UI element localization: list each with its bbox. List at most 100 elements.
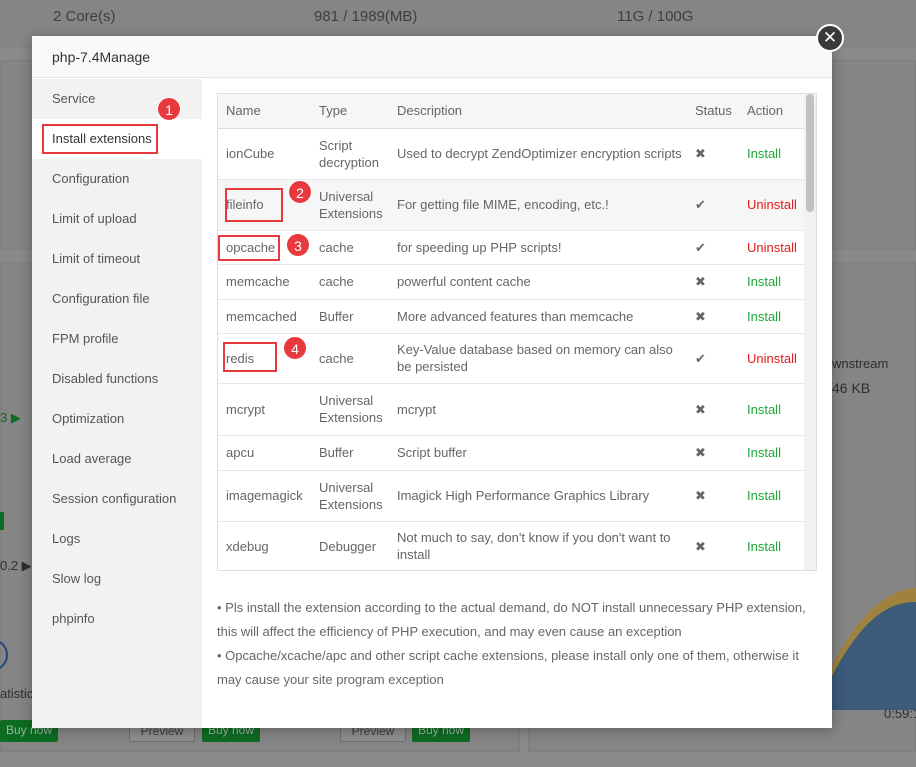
ext-description: Script buffer bbox=[389, 435, 687, 471]
sidebar-item-limit-timeout[interactable]: Limit of timeout bbox=[32, 239, 202, 279]
status-installed-icon: ✔ bbox=[687, 333, 739, 384]
status-not-installed-icon: ✖ bbox=[687, 435, 739, 471]
sidebar-item-optimization[interactable]: Optimization bbox=[32, 399, 202, 439]
table-row: ionCube Script decryption Used to decryp… bbox=[218, 128, 806, 180]
install-button[interactable]: Install bbox=[747, 488, 781, 503]
table-row: memcached Buffer More advanced features … bbox=[218, 299, 806, 334]
install-button[interactable]: Install bbox=[747, 445, 781, 460]
bg-left-value-2: 0.2 ▶ bbox=[0, 558, 32, 573]
sidebar-item-phpinfo[interactable]: phpinfo bbox=[32, 599, 202, 639]
sidebar-item-disabled-functions[interactable]: Disabled functions bbox=[32, 359, 202, 399]
bg-partial-icon bbox=[0, 641, 8, 669]
ext-name: xdebug bbox=[218, 521, 311, 570]
extensions-table: Name Type Description Status Action ionC… bbox=[218, 94, 806, 570]
ext-type: Debugger bbox=[311, 521, 389, 570]
status-not-installed-icon: ✖ bbox=[687, 128, 739, 180]
ext-name: mcrypt bbox=[218, 383, 311, 436]
sidebar-item-logs[interactable]: Logs bbox=[32, 519, 202, 559]
install-button[interactable]: Install bbox=[747, 539, 781, 554]
ext-type: cache bbox=[311, 333, 389, 384]
header-status: Status bbox=[687, 94, 739, 129]
ext-name: apcu bbox=[218, 435, 311, 471]
status-not-installed-icon: ✖ bbox=[687, 299, 739, 334]
sidebar-item-configuration-file[interactable]: Configuration file bbox=[32, 279, 202, 319]
ext-type: Universal Extensions bbox=[311, 383, 389, 436]
highlight-box bbox=[218, 234, 280, 261]
ext-type: Script decryption bbox=[311, 128, 389, 180]
header-name: Name bbox=[218, 94, 311, 129]
highlight-box bbox=[225, 187, 283, 222]
extensions-panel: Name Type Description Status Action ionC… bbox=[217, 93, 819, 571]
note-item: • Opcache/xcache/apc and other script ca… bbox=[217, 648, 799, 687]
header-type: Type bbox=[311, 94, 389, 129]
ext-type: Buffer bbox=[311, 299, 389, 334]
install-button[interactable]: Install bbox=[747, 274, 781, 289]
help-notes: • Pls install the extension according to… bbox=[217, 596, 817, 692]
highlight-box bbox=[223, 341, 277, 372]
annotation-badge-1: 1 bbox=[157, 97, 181, 121]
ext-description: Imagick High Performance Graphics Librar… bbox=[389, 470, 687, 522]
note-item: • Pls install the extension according to… bbox=[217, 600, 806, 639]
header-description: Description bbox=[389, 94, 687, 129]
table-row: redis cache Key-Value database based on … bbox=[218, 333, 806, 384]
ext-description: for speeding up PHP scripts! bbox=[389, 230, 687, 265]
table-row: apcu Buffer Script buffer ✖ Install bbox=[218, 435, 806, 471]
ext-name: ionCube bbox=[218, 128, 311, 180]
status-installed-icon: ✔ bbox=[687, 179, 739, 231]
sidebar-item-configuration[interactable]: Configuration bbox=[32, 159, 202, 199]
install-button[interactable]: Install bbox=[747, 146, 781, 161]
extensions-table-container: Name Type Description Status Action ionC… bbox=[217, 93, 817, 571]
disk-stat: 11G / 100G bbox=[617, 8, 694, 25]
uninstall-button[interactable]: Uninstall bbox=[747, 351, 797, 366]
cpu-stat: 2 Core(s) bbox=[53, 8, 116, 25]
sidebar-item-fpm-profile[interactable]: FPM profile bbox=[32, 319, 202, 359]
table-header-row: Name Type Description Status Action bbox=[218, 94, 806, 129]
status-not-installed-icon: ✖ bbox=[687, 470, 739, 522]
ext-type: Buffer bbox=[311, 435, 389, 471]
install-button[interactable]: Install bbox=[747, 402, 781, 417]
ext-type: cache bbox=[311, 264, 389, 300]
ext-description: Used to decrypt ZendOptimizer encryption… bbox=[389, 128, 687, 180]
ext-type: Universal Extensions bbox=[311, 470, 389, 522]
ext-name: imagemagick bbox=[218, 470, 311, 522]
memory-stat: 981 / 1989(MB) bbox=[314, 8, 418, 25]
ext-type: cache bbox=[311, 230, 389, 265]
ext-description: Not much to say, don't know if you don't… bbox=[389, 521, 687, 570]
table-row: imagemagick Universal Extensions Imagick… bbox=[218, 470, 806, 522]
annotation-badge-4: 4 bbox=[283, 336, 307, 360]
table-row: xdebug Debugger Not much to say, don't k… bbox=[218, 521, 806, 570]
ext-description: Key-Value database based on memory can a… bbox=[389, 333, 687, 384]
annotation-badge-2: 2 bbox=[288, 180, 312, 204]
status-not-installed-icon: ✖ bbox=[687, 264, 739, 300]
downstream-value: 46 KB bbox=[832, 380, 871, 396]
header-action: Action bbox=[739, 94, 806, 129]
status-installed-icon: ✔ bbox=[687, 230, 739, 265]
ext-description: For getting file MIME, encoding, etc.! bbox=[389, 179, 687, 231]
sidebar-menu: Service Install extensions Configuration… bbox=[32, 79, 202, 728]
ext-description: powerful content cache bbox=[389, 264, 687, 300]
install-button[interactable]: Install bbox=[747, 309, 781, 324]
ext-description: More advanced features than memcache bbox=[389, 299, 687, 334]
table-scrollbar[interactable] bbox=[804, 94, 816, 570]
uninstall-button[interactable]: Uninstall bbox=[747, 197, 797, 212]
ext-description: mcrypt bbox=[389, 383, 687, 436]
sidebar-item-install-extensions[interactable]: Install extensions bbox=[32, 119, 202, 159]
highlight-box bbox=[42, 124, 158, 154]
php-manage-dialog: php-7.4Manage Service Install extensions… bbox=[32, 36, 832, 728]
dialog-title: php-7.4Manage bbox=[32, 36, 832, 78]
sidebar-item-limit-upload[interactable]: Limit of upload bbox=[32, 199, 202, 239]
sidebar-item-session-configuration[interactable]: Session configuration bbox=[32, 479, 202, 519]
table-row: memcache cache powerful content cache ✖ … bbox=[218, 264, 806, 300]
ext-name: memcache bbox=[218, 264, 311, 300]
close-icon[interactable]: ✕ bbox=[816, 24, 844, 52]
table-row: mcrypt Universal Extensions mcrypt ✖ Ins… bbox=[218, 383, 806, 436]
scrollbar-thumb[interactable] bbox=[806, 94, 814, 212]
bg-left-value-1: 3 ▶ bbox=[0, 410, 21, 425]
sidebar-item-slow-log[interactable]: Slow log bbox=[32, 559, 202, 599]
sidebar-item-load-average[interactable]: Load average bbox=[32, 439, 202, 479]
bg-traffic-chart bbox=[830, 570, 916, 710]
annotation-badge-3: 3 bbox=[286, 233, 310, 257]
uninstall-button[interactable]: Uninstall bbox=[747, 240, 797, 255]
ext-name: memcached bbox=[218, 299, 311, 334]
status-not-installed-icon: ✖ bbox=[687, 383, 739, 436]
